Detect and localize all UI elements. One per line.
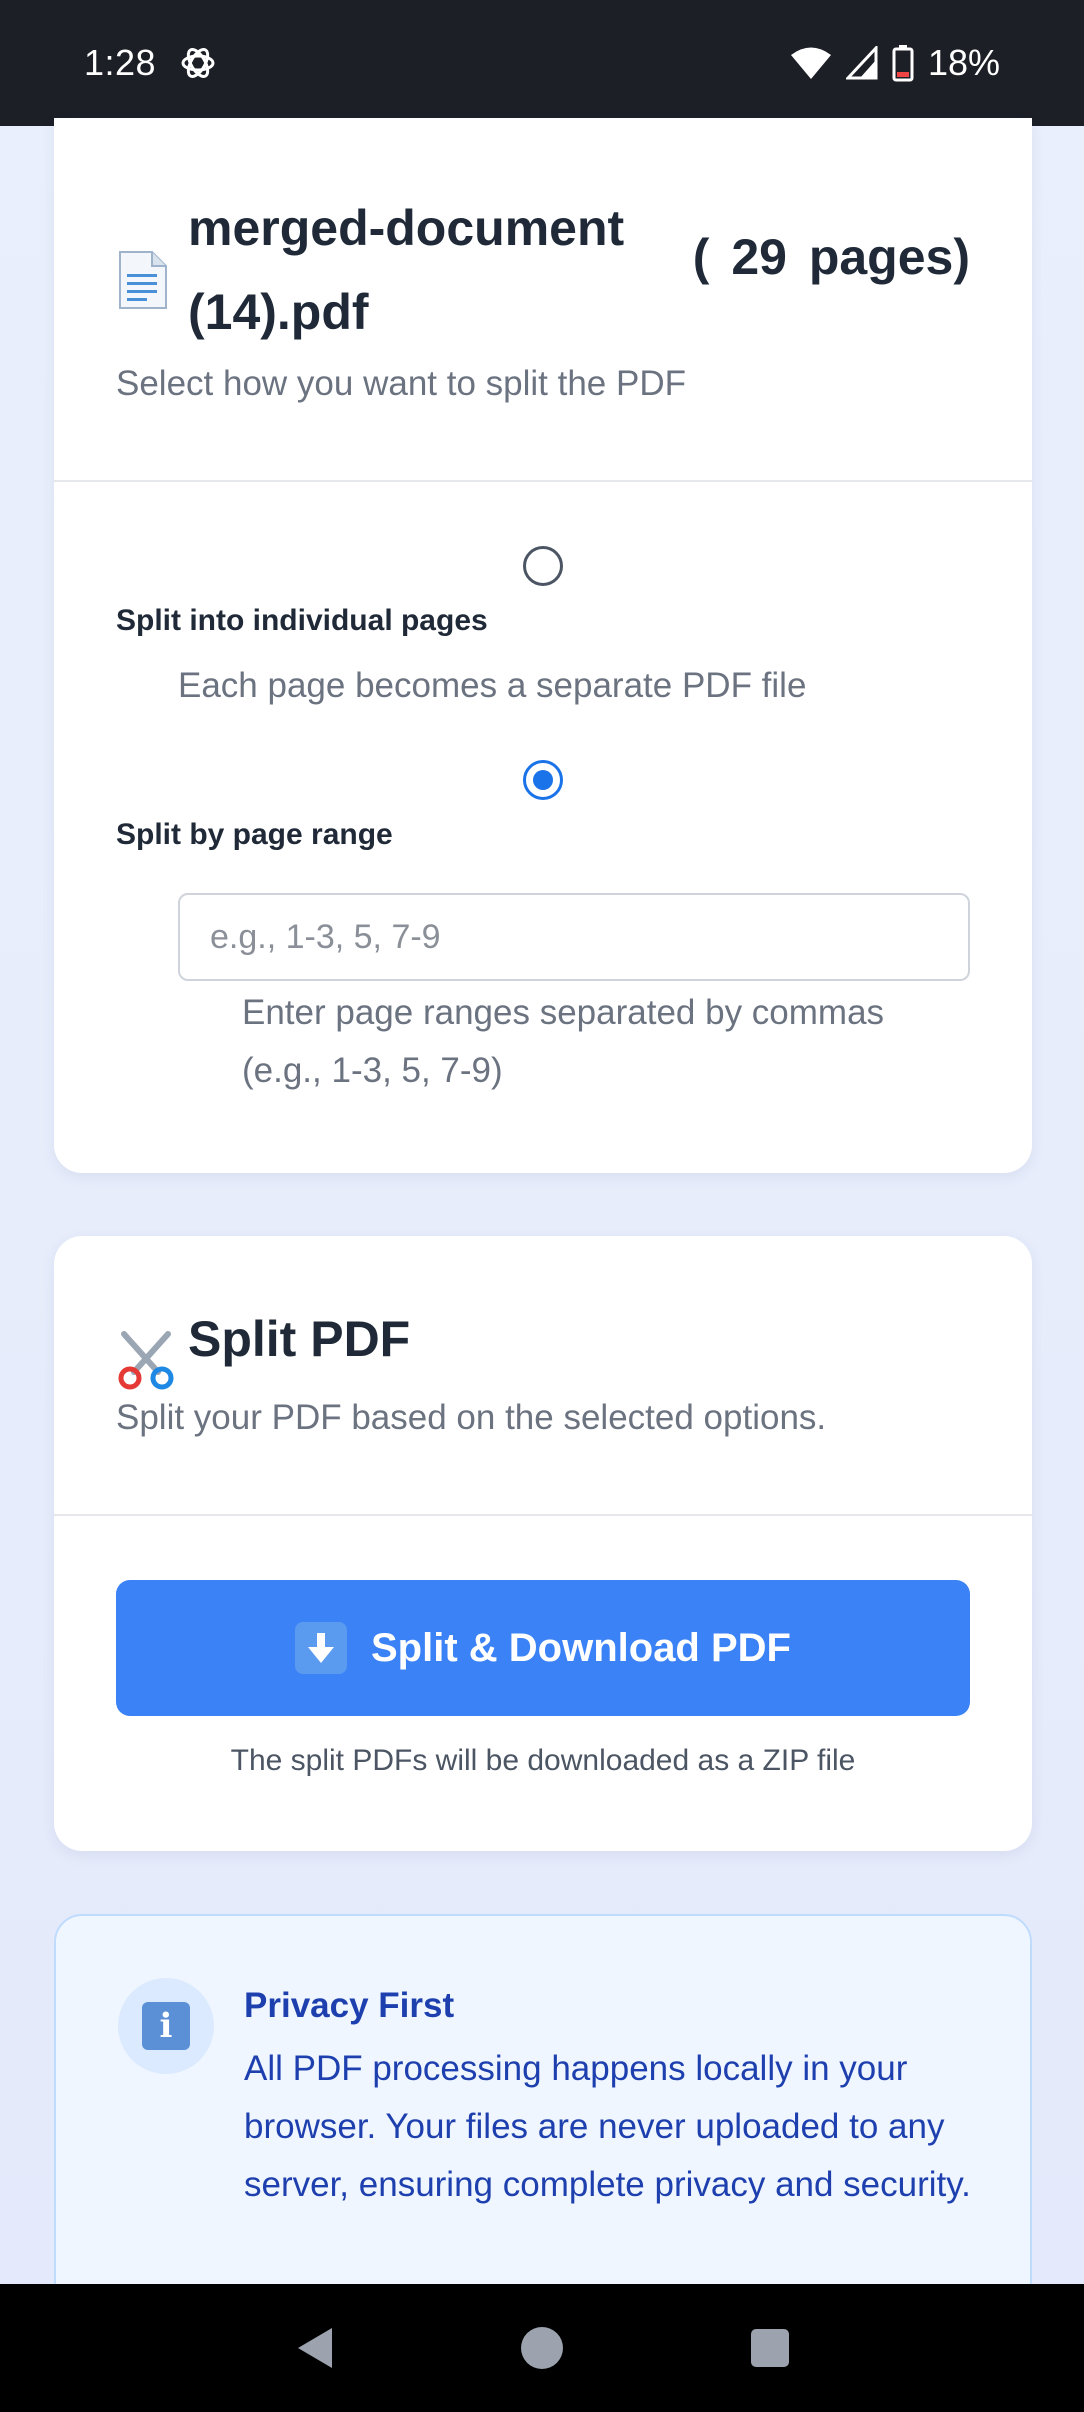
battery-percent: 18% xyxy=(927,42,1000,83)
split-title: Split PDF xyxy=(188,1311,411,1367)
option-description-individual: Each page becomes a separate PDF file xyxy=(178,666,807,705)
download-arrow-icon xyxy=(295,1622,347,1674)
chatgpt-icon xyxy=(178,43,218,83)
page-range-input[interactable] xyxy=(178,893,970,981)
file-name: merged-document (14).pdf xyxy=(188,200,625,340)
home-icon[interactable] xyxy=(502,2308,582,2388)
recents-icon[interactable] xyxy=(730,2308,810,2388)
status-right: 18% xyxy=(790,42,1000,84)
option-label-range: Split by page range xyxy=(116,818,393,851)
wifi-icon xyxy=(790,46,832,80)
split-subtitle: Split your PDF based on the selected opt… xyxy=(116,1398,827,1437)
scissors-icon xyxy=(114,1328,178,1397)
zip-note: The split PDFs will be downloaded as a Z… xyxy=(230,1744,856,1777)
privacy-text: All PDF processing happens locally in yo… xyxy=(244,2049,971,2204)
battery-icon xyxy=(892,44,914,82)
status-bar: 1:28 18% xyxy=(0,0,1084,126)
divider xyxy=(54,1514,1032,1516)
option-label-individual: Split into individual pages xyxy=(116,604,488,637)
status-left: 1:28 xyxy=(84,42,218,84)
back-icon[interactable] xyxy=(274,2308,354,2388)
signal-icon xyxy=(845,46,878,80)
file-options-card: merged-document (14).pdf ( 29 pages) Sel… xyxy=(54,118,1032,1173)
divider xyxy=(54,480,1032,482)
info-icon: i xyxy=(142,2002,190,2050)
status-time: 1:28 xyxy=(84,42,157,83)
card-subtitle: Select how you want to split the PDF xyxy=(116,364,686,403)
split-download-button[interactable]: Split & Download PDF xyxy=(116,1580,970,1716)
radio-individual-pages[interactable] xyxy=(523,546,563,586)
split-card: Split PDF Split your PDF based on the se… xyxy=(54,1236,1032,1851)
navigation-bar xyxy=(0,2284,1084,2412)
radio-page-range[interactable] xyxy=(523,760,563,800)
range-hint: Enter page ranges separated by commas (e… xyxy=(242,993,885,1090)
file-icon xyxy=(116,250,168,315)
privacy-title: Privacy First xyxy=(244,1986,455,2025)
page-count: ( 29 pages) xyxy=(692,229,970,285)
split-download-label: Split & Download PDF xyxy=(371,1625,791,1670)
privacy-card: i Privacy First All PDF processing happe… xyxy=(54,1914,1032,2314)
info-icon-container: i xyxy=(118,1978,214,2074)
